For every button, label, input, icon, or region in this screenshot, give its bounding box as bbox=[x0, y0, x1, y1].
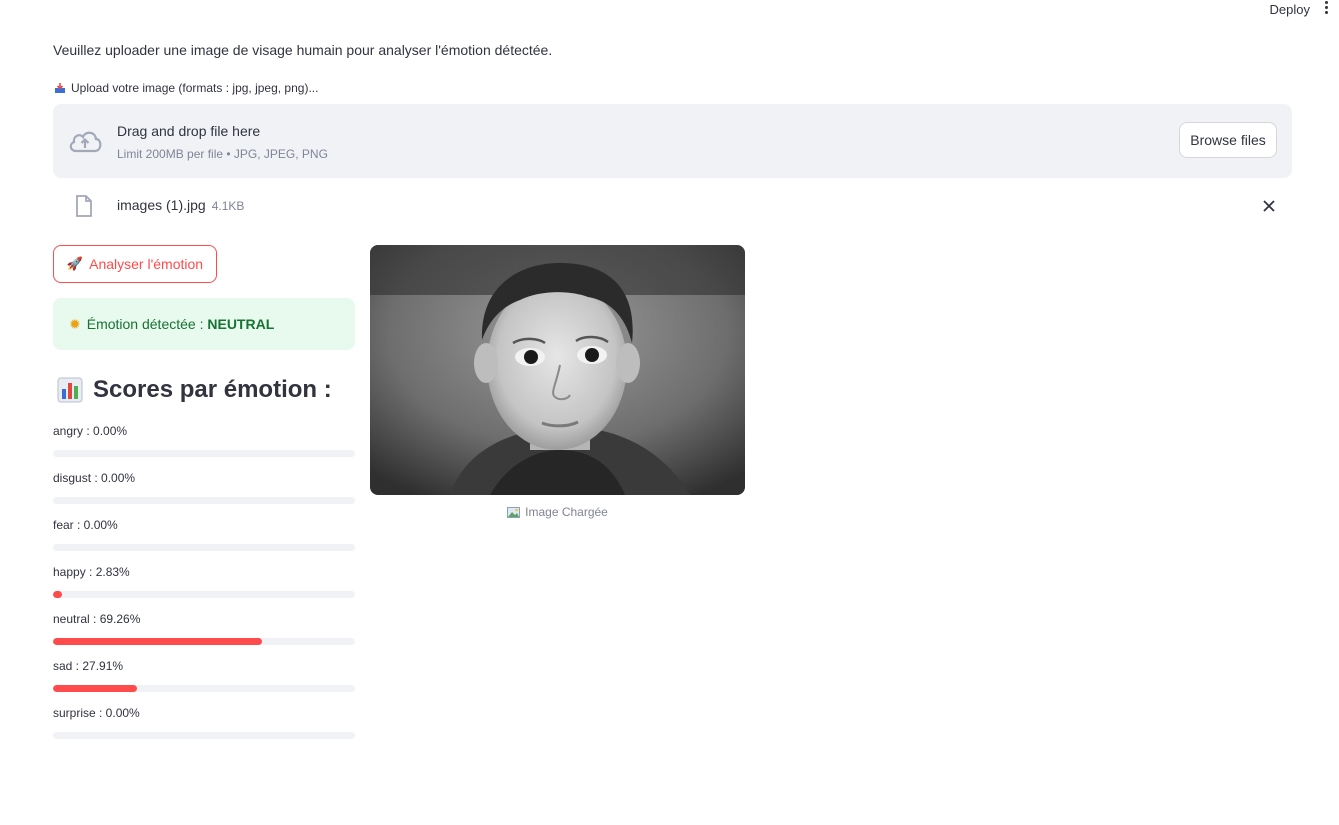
inbox-tray-icon bbox=[55, 83, 65, 93]
score-progress-track bbox=[53, 497, 355, 504]
file-size: 4.1KB bbox=[211, 199, 245, 213]
score-progress-fill bbox=[53, 685, 137, 692]
dropzone-title: Drag and drop file here bbox=[117, 123, 261, 139]
deploy-button[interactable]: Deploy bbox=[1270, 2, 1310, 17]
analyze-button-label: Analyser l'émotion bbox=[89, 256, 204, 272]
score-label: surprise : 0.00% bbox=[53, 706, 140, 720]
scores-title: Scores par émotion : bbox=[93, 376, 332, 403]
browse-files-button[interactable]: Browse files bbox=[1179, 122, 1277, 158]
score-item: neutral : 69.26% bbox=[53, 612, 355, 645]
score-item: fear : 0.00% bbox=[53, 518, 355, 551]
rocket-icon: 🚀 bbox=[66, 256, 84, 271]
score-progress-fill bbox=[53, 638, 262, 645]
uploaded-image bbox=[370, 245, 745, 495]
score-label: disgust : 0.00% bbox=[53, 471, 136, 485]
score-item: happy : 2.83% bbox=[53, 565, 355, 598]
score-item: angry : 0.00% bbox=[53, 424, 355, 457]
framed-picture-icon bbox=[507, 506, 521, 518]
score-item: disgust : 0.00% bbox=[53, 471, 355, 504]
intro-text: Veuillez uploader une image de visage hu… bbox=[53, 42, 553, 58]
detected-emotion-alert: ✹ Émotion détectée : NEUTRAL bbox=[53, 298, 355, 350]
more-vertical-icon[interactable] bbox=[1325, 1, 1329, 17]
score-label: angry : 0.00% bbox=[53, 424, 128, 438]
score-progress-track bbox=[53, 591, 355, 598]
score-progress-track bbox=[53, 544, 355, 551]
score-label: happy : 2.83% bbox=[53, 565, 130, 579]
detected-emotion-text: Émotion détectée : NEUTRAL bbox=[87, 316, 275, 332]
bar-chart-icon bbox=[57, 377, 83, 403]
score-progress-track bbox=[53, 732, 355, 739]
image-caption: Image Chargée bbox=[370, 505, 745, 519]
sun-icon: ✹ bbox=[69, 315, 81, 332]
file-name-text: images (1).jpg bbox=[117, 197, 206, 213]
file-name: images (1).jpg 4.1KB bbox=[117, 197, 244, 213]
scores-heading: Scores par émotion : bbox=[57, 376, 332, 404]
close-icon[interactable] bbox=[1262, 199, 1276, 213]
detected-emotion-value: NEUTRAL bbox=[207, 316, 275, 332]
detected-emotion-prefix: Émotion détectée : bbox=[86, 316, 208, 332]
dropzone-limit: Limit 200MB per file • JPG, JPEG, PNG bbox=[117, 147, 328, 161]
image-caption-text: Image Chargée bbox=[525, 505, 608, 519]
analyze-emotion-button[interactable]: 🚀 Analyser l'émotion bbox=[53, 245, 217, 283]
score-item: sad : 27.91% bbox=[53, 659, 355, 692]
child-portrait-image bbox=[370, 245, 745, 495]
score-progress-fill bbox=[53, 591, 62, 598]
score-label: sad : 27.91% bbox=[53, 659, 124, 673]
file-dropzone[interactable]: Drag and drop file here Limit 200MB per … bbox=[53, 104, 1292, 178]
score-item: surprise : 0.00% bbox=[53, 706, 355, 739]
score-progress-track bbox=[53, 685, 355, 692]
top-bar: Deploy bbox=[1139, 0, 1339, 20]
cloud-upload-icon bbox=[69, 131, 102, 153]
uploader-label: Upload votre image (formats : jpg, jpeg,… bbox=[54, 81, 318, 95]
file-icon bbox=[76, 195, 92, 217]
score-progress-track bbox=[53, 638, 355, 645]
uploader-label-text: Upload votre image (formats : jpg, jpeg,… bbox=[71, 81, 319, 95]
score-label: fear : 0.00% bbox=[53, 518, 118, 532]
uploaded-file-row: images (1).jpg 4.1KB bbox=[53, 190, 1292, 224]
score-progress-track bbox=[53, 450, 355, 457]
score-label: neutral : 69.26% bbox=[53, 612, 141, 626]
